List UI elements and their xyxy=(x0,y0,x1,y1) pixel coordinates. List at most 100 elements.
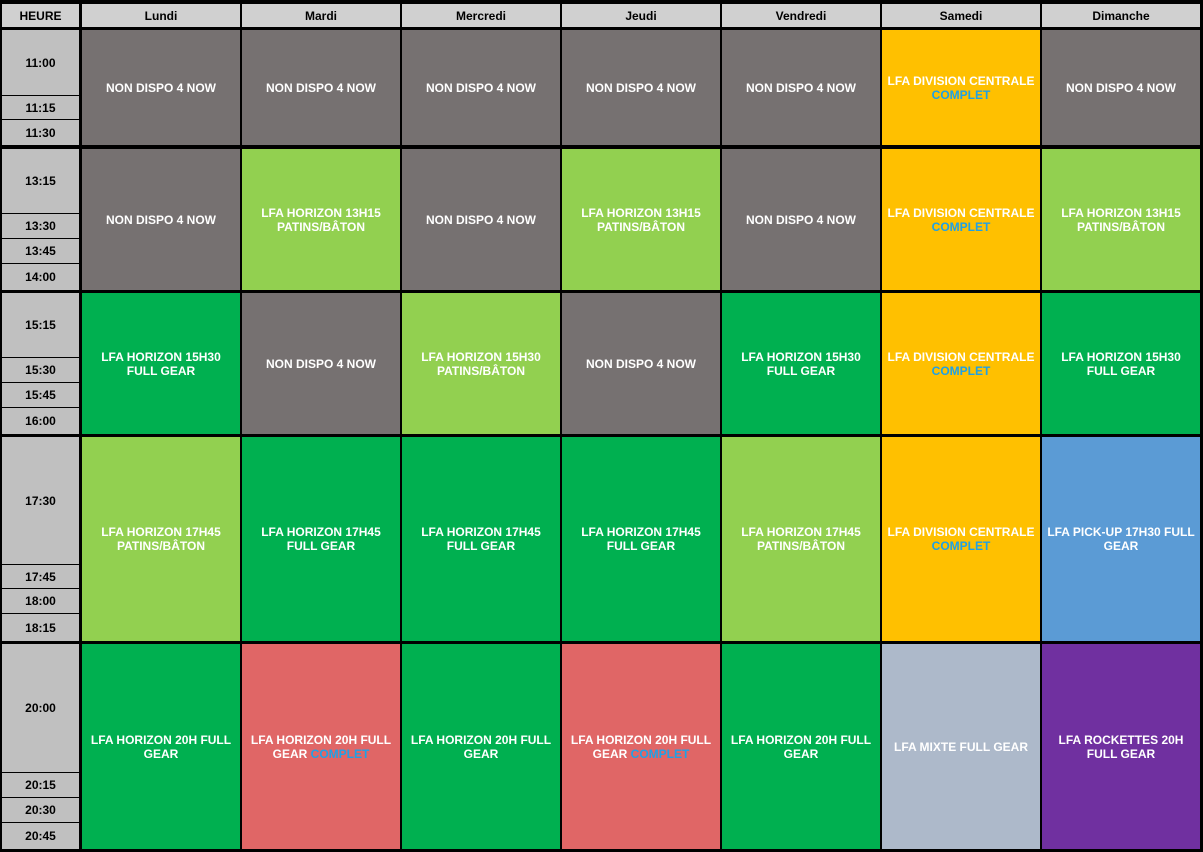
schedule-slot-samedi[interactable]: LFA DIVISION CENTRALE COMPLET xyxy=(882,30,1040,145)
schedule-slot-mercredi[interactable]: NON DISPO 4 NOW xyxy=(402,30,560,145)
day-header-lundi: Lundi xyxy=(82,4,240,27)
schedule-slot-jeudi[interactable]: LFA HORIZON 17H45 FULL GEAR xyxy=(562,437,720,641)
slot-title: LFA HORIZON 13H15 PATINS/BÂTON xyxy=(581,205,701,234)
slot-title: NON DISPO 4 NOW xyxy=(105,212,216,227)
schedule-slot-mercredi[interactable]: LFA HORIZON 15H30 PATINS/BÂTON xyxy=(402,293,560,434)
schedule-slot-mardi[interactable]: LFA HORIZON 17H45 FULL GEAR xyxy=(242,437,400,641)
slot-label: LFA ROCKETTES 20H FULL GEAR xyxy=(1046,733,1196,761)
slot-label: LFA HORIZON 20H FULL GEAR xyxy=(406,733,556,761)
slot-title: LFA HORIZON 13H15 PATINS/BÂTON xyxy=(261,205,381,234)
schedule-slot-dimanche[interactable]: LFA ROCKETTES 20H FULL GEAR xyxy=(1042,644,1200,849)
schedule-slot-mardi[interactable]: NON DISPO 4 NOW xyxy=(242,293,400,434)
slot-title: NON DISPO 4 NOW xyxy=(585,80,696,95)
slot-label: LFA DIVISION CENTRALE COMPLET xyxy=(888,74,1035,102)
time-label: 17:30 xyxy=(2,437,79,565)
slot-label: NON DISPO 4 NOW xyxy=(1066,81,1176,95)
time-label: 20:15 xyxy=(2,773,79,798)
slot-title: NON DISPO 4 NOW xyxy=(745,80,856,95)
slot-label: LFA HORIZON 20H FULL GEAR xyxy=(726,733,876,761)
complet-status: COMPLET xyxy=(630,746,690,761)
slot-label: LFA HORIZON 15H30 PATINS/BÂTON xyxy=(406,350,556,378)
time-label: 13:30 xyxy=(2,214,79,239)
slot-label: LFA HORIZON 17H45 FULL GEAR xyxy=(246,525,396,553)
slot-label: LFA DIVISION CENTRALE COMPLET xyxy=(888,525,1035,553)
day-header-jeudi: Jeudi xyxy=(562,4,720,27)
slot-title: LFA HORIZON 17H45 PATINS/BÂTON xyxy=(101,525,221,553)
slot-label: LFA HORIZON 17H45 PATINS/BÂTON xyxy=(726,525,876,553)
time-label: 18:00 xyxy=(2,589,79,614)
slot-title: LFA ROCKETTES 20H FULL GEAR xyxy=(1058,732,1184,761)
slot-title: LFA HORIZON 15H30 FULL GEAR xyxy=(101,349,221,378)
day-header-mercredi: Mercredi xyxy=(402,4,560,27)
schedule-slot-vendredi[interactable]: LFA HORIZON 20H FULL GEAR xyxy=(722,644,880,849)
schedule-slot-vendredi[interactable]: LFA HORIZON 15H30 FULL GEAR xyxy=(722,293,880,434)
schedule-slot-mardi[interactable]: LFA HORIZON 13H15 PATINS/BÂTON xyxy=(242,149,400,290)
slot-label: NON DISPO 4 NOW xyxy=(266,357,376,371)
schedule-slot-vendredi[interactable]: NON DISPO 4 NOW xyxy=(722,30,880,145)
day-header-vendredi: Vendredi xyxy=(722,4,880,27)
slot-title: NON DISPO 4 NOW xyxy=(105,80,216,95)
slot-label: LFA HORIZON 20H FULL GEAR COMPLET xyxy=(566,733,716,761)
slot-label: LFA HORIZON 13H15 PATINS/BÂTON xyxy=(566,206,716,234)
slot-title: LFA DIVISION CENTRALE xyxy=(887,349,1035,364)
schedule-slot-jeudi[interactable]: NON DISPO 4 NOW xyxy=(562,30,720,145)
schedule-slot-lundi[interactable]: NON DISPO 4 NOW xyxy=(82,30,240,145)
time-column-header: HEURE xyxy=(2,4,79,27)
slot-label: LFA HORIZON 15H30 FULL GEAR xyxy=(86,350,236,378)
schedule-slot-mercredi[interactable]: LFA HORIZON 20H FULL GEAR xyxy=(402,644,560,849)
schedule-slot-samedi[interactable]: LFA DIVISION CENTRALE COMPLET xyxy=(882,149,1040,290)
schedule-slot-mardi[interactable]: NON DISPO 4 NOW xyxy=(242,30,400,145)
schedule-slot-vendredi[interactable]: NON DISPO 4 NOW xyxy=(722,149,880,290)
slot-label: LFA HORIZON 13H15 PATINS/BÂTON xyxy=(1046,206,1196,234)
slot-label: LFA HORIZON 20H FULL GEAR xyxy=(86,733,236,761)
schedule-slot-dimanche[interactable]: LFA PICK-UP 17H30 FULL GEAR xyxy=(1042,437,1200,641)
schedule-slot-lundi[interactable]: NON DISPO 4 NOW xyxy=(82,149,240,290)
schedule-slot-mercredi[interactable]: LFA HORIZON 17H45 FULL GEAR xyxy=(402,437,560,641)
slot-label: LFA HORIZON 20H FULL GEAR COMPLET xyxy=(246,733,396,761)
slot-label: NON DISPO 4 NOW xyxy=(266,81,376,95)
slot-label: NON DISPO 4 NOW xyxy=(746,213,856,227)
time-label: 16:00 xyxy=(2,408,79,434)
slot-label: LFA MIXTE FULL GEAR xyxy=(894,740,1028,754)
schedule-slot-dimanche[interactable]: LFA HORIZON 15H30 FULL GEAR xyxy=(1042,293,1200,434)
complet-status: COMPLET xyxy=(310,746,370,761)
schedule-slot-vendredi[interactable]: LFA HORIZON 17H45 PATINS/BÂTON xyxy=(722,437,880,641)
slot-label: NON DISPO 4 NOW xyxy=(426,213,536,227)
schedule-slot-jeudi[interactable]: LFA HORIZON 20H FULL GEAR COMPLET xyxy=(562,644,720,849)
schedule-slot-samedi[interactable]: LFA MIXTE FULL GEAR xyxy=(882,644,1040,849)
slot-label: NON DISPO 4 NOW xyxy=(586,357,696,371)
slot-title: NON DISPO 4 NOW xyxy=(585,356,696,371)
time-label: 15:15 xyxy=(2,293,79,358)
schedule-slot-lundi[interactable]: LFA HORIZON 17H45 PATINS/BÂTON xyxy=(82,437,240,641)
time-label: 20:45 xyxy=(2,823,79,849)
schedule-slot-dimanche[interactable]: LFA HORIZON 13H15 PATINS/BÂTON xyxy=(1042,149,1200,290)
schedule-slot-lundi[interactable]: LFA HORIZON 20H FULL GEAR xyxy=(82,644,240,849)
schedule-slot-jeudi[interactable]: LFA HORIZON 13H15 PATINS/BÂTON xyxy=(562,149,720,290)
slot-title: NON DISPO 4 NOW xyxy=(745,212,856,227)
schedule-slot-jeudi[interactable]: NON DISPO 4 NOW xyxy=(562,293,720,434)
slot-label: LFA HORIZON 13H15 PATINS/BÂTON xyxy=(246,206,396,234)
complet-status: COMPLET xyxy=(931,219,991,234)
time-label: 20:30 xyxy=(2,798,79,823)
slot-title: NON DISPO 4 NOW xyxy=(425,212,536,227)
time-label: 20:00 xyxy=(2,644,79,773)
schedule-slot-dimanche[interactable]: NON DISPO 4 NOW xyxy=(1042,30,1200,145)
slot-label: LFA HORIZON 17H45 FULL GEAR xyxy=(406,525,556,553)
schedule-slot-samedi[interactable]: LFA DIVISION CENTRALE COMPLET xyxy=(882,293,1040,434)
schedule-slot-mercredi[interactable]: NON DISPO 4 NOW xyxy=(402,149,560,290)
day-header-mardi: Mardi xyxy=(242,4,400,27)
day-header-dimanche: Dimanche xyxy=(1042,4,1200,27)
slot-title: NON DISPO 4 NOW xyxy=(425,80,536,95)
schedule-slot-lundi[interactable]: LFA HORIZON 15H30 FULL GEAR xyxy=(82,293,240,434)
slot-label: LFA HORIZON 17H45 PATINS/BÂTON xyxy=(86,525,236,553)
slot-title: LFA HORIZON 15H30 FULL GEAR xyxy=(1061,349,1181,378)
complet-status: COMPLET xyxy=(931,87,991,102)
time-label: 15:45 xyxy=(2,383,79,408)
slot-label: LFA HORIZON 17H45 FULL GEAR xyxy=(566,525,716,553)
slot-title: LFA HORIZON 20H FULL GEAR xyxy=(410,732,552,761)
slot-label: NON DISPO 4 NOW xyxy=(106,213,216,227)
slot-label: LFA PICK-UP 17H30 FULL GEAR xyxy=(1046,525,1196,553)
schedule-slot-samedi[interactable]: LFA DIVISION CENTRALE COMPLET xyxy=(882,437,1040,641)
schedule-slot-mardi[interactable]: LFA HORIZON 20H FULL GEAR COMPLET xyxy=(242,644,400,849)
time-label: 13:15 xyxy=(2,149,79,214)
